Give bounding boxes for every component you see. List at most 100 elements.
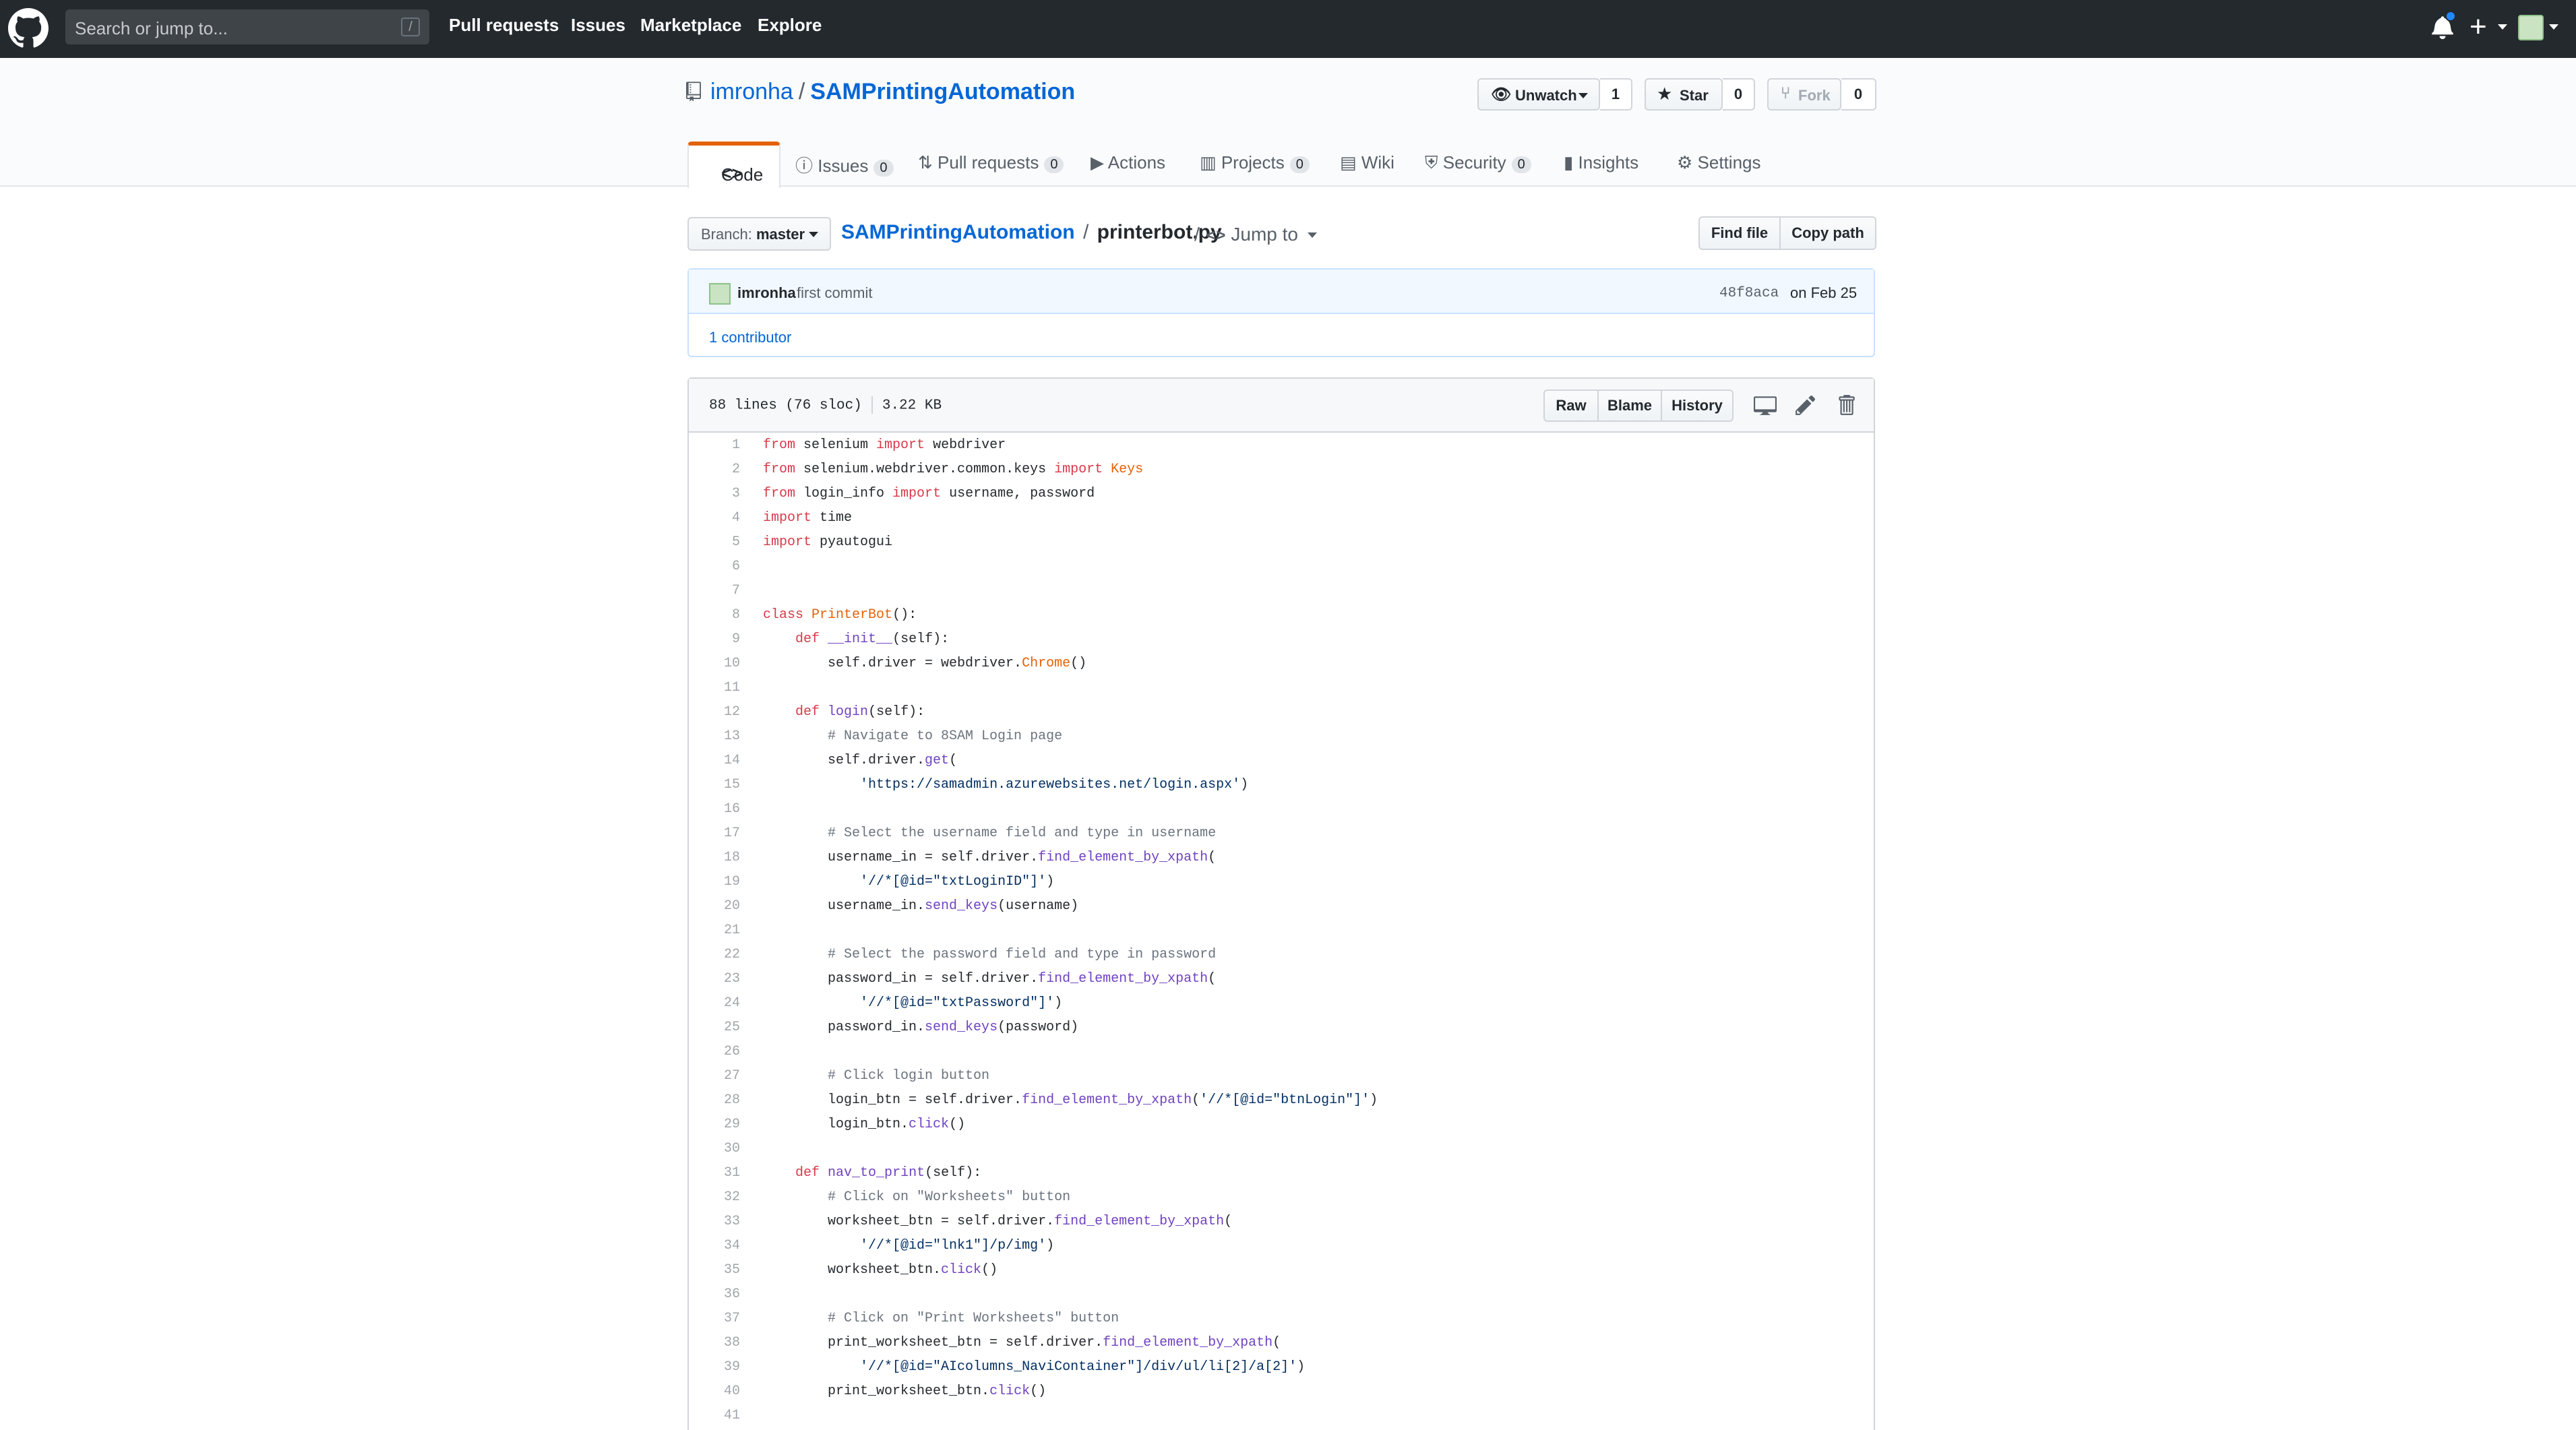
tab-settings[interactable]: ⚙ Settings xyxy=(1677,152,1761,173)
file-viewer: 88 lines (76 sloc) 3.22 KB Raw Blame Hist… xyxy=(687,377,1875,1430)
line-content: from selenium.webdriver.common.keys impo… xyxy=(763,462,1144,477)
search-input[interactable]: Search or jump to... / xyxy=(65,9,429,44)
github-logo-icon[interactable] xyxy=(8,8,49,49)
code-line: 27 # Click login button xyxy=(689,1063,1874,1088)
create-new-caret-icon[interactable] xyxy=(2498,24,2507,30)
line-content: # Click on "Worksheets" button xyxy=(828,1189,1071,1205)
tab-issues[interactable]: ⓘ Issues 0 xyxy=(795,152,894,177)
nav-pull-requests[interactable]: Pull requests xyxy=(449,15,559,36)
desktop-icon[interactable] xyxy=(1754,394,1777,416)
tab-wiki[interactable]: ▤ Wiki xyxy=(1340,152,1394,173)
contributors-link[interactable]: 1 contributor xyxy=(709,329,791,346)
line-number[interactable]: 21 xyxy=(689,923,740,938)
code-line: 30 xyxy=(689,1136,1874,1160)
line-number[interactable]: 20 xyxy=(689,898,740,914)
branch-select[interactable]: Branch: master xyxy=(687,217,831,251)
line-number[interactable]: 23 xyxy=(689,971,740,987)
create-new-plus-icon[interactable]: + xyxy=(2470,9,2487,44)
commit-sha-link[interactable]: 48f8aca xyxy=(1719,286,1779,301)
star-count[interactable]: 0 xyxy=(1723,78,1755,111)
line-number[interactable]: 6 xyxy=(689,559,740,574)
line-number[interactable]: 7 xyxy=(689,583,740,598)
line-number[interactable]: 39 xyxy=(689,1359,740,1375)
commit-author-avatar[interactable] xyxy=(709,283,731,305)
repo-name-link[interactable]: SAMPrintingAutomation xyxy=(810,79,1075,104)
line-number[interactable]: 1 xyxy=(689,437,740,453)
line-number[interactable]: 18 xyxy=(689,850,740,865)
fork-button[interactable]: ⑂ Fork xyxy=(1767,78,1841,111)
nav-explore[interactable]: Explore xyxy=(758,15,822,36)
user-menu-caret-icon[interactable] xyxy=(2549,24,2558,30)
line-number[interactable]: 26 xyxy=(689,1044,740,1059)
line-number[interactable]: 36 xyxy=(689,1286,740,1302)
line-number[interactable]: 15 xyxy=(689,777,740,792)
gear-icon: ⚙ xyxy=(1677,152,1693,173)
copy-path-button[interactable]: Copy path xyxy=(1779,216,1876,250)
watch-count[interactable]: 1 xyxy=(1600,78,1632,111)
line-number[interactable]: 31 xyxy=(689,1165,740,1181)
trash-icon[interactable] xyxy=(1835,394,1858,416)
code-line: 39 '//*[@id="AIcolumns_NaviContainer"]/d… xyxy=(689,1355,1874,1379)
nav-issues[interactable]: Issues xyxy=(571,15,625,36)
tab-pull-requests[interactable]: ⇅ Pull requests 0 xyxy=(918,152,1064,173)
line-number[interactable]: 38 xyxy=(689,1335,740,1350)
line-number[interactable]: 34 xyxy=(689,1238,740,1253)
notification-indicator xyxy=(2445,11,2456,22)
line-number[interactable]: 41 xyxy=(689,1408,740,1423)
line-number[interactable]: 4 xyxy=(689,510,740,526)
line-number[interactable]: 22 xyxy=(689,947,740,962)
tab-projects[interactable]: ▥ Projects 0 xyxy=(1200,152,1310,173)
line-number[interactable]: 33 xyxy=(689,1214,740,1229)
line-number[interactable]: 2 xyxy=(689,462,740,477)
nav-marketplace[interactable]: Marketplace xyxy=(640,15,741,36)
jump-to-button[interactable]: / <> Jump to xyxy=(1194,224,1317,246)
line-number[interactable]: 14 xyxy=(689,753,740,768)
line-number[interactable]: 24 xyxy=(689,995,740,1011)
line-number[interactable]: 5 xyxy=(689,534,740,550)
line-number[interactable]: 35 xyxy=(689,1262,740,1278)
commit-message[interactable]: first commit xyxy=(797,284,872,302)
tab-code[interactable]: <> Code xyxy=(687,142,780,188)
unwatch-button[interactable]: 👁 Unwatch xyxy=(1477,78,1600,111)
line-number[interactable]: 32 xyxy=(689,1189,740,1205)
line-number[interactable]: 30 xyxy=(689,1141,740,1156)
tab-actions[interactable]: ▶ Actions xyxy=(1091,152,1165,173)
line-number[interactable]: 40 xyxy=(689,1384,740,1399)
line-number[interactable]: 12 xyxy=(689,704,740,720)
line-content: # Select the password field and type in … xyxy=(828,947,1217,962)
history-button[interactable]: History xyxy=(1661,390,1734,422)
repo-owner-link[interactable]: imronha xyxy=(710,79,793,104)
star-button[interactable]: ★ Star xyxy=(1645,78,1723,111)
line-number[interactable]: 16 xyxy=(689,801,740,817)
raw-button[interactable]: Raw xyxy=(1543,390,1599,422)
line-number[interactable]: 28 xyxy=(689,1092,740,1108)
line-number[interactable]: 29 xyxy=(689,1117,740,1132)
code-line: 25 password_in.send_keys(password) xyxy=(689,1015,1874,1039)
line-number[interactable]: 10 xyxy=(689,656,740,671)
line-number[interactable]: 13 xyxy=(689,728,740,744)
line-number[interactable]: 27 xyxy=(689,1068,740,1084)
commit-author-link[interactable]: imronha xyxy=(737,284,796,302)
code-line: 26 xyxy=(689,1039,1874,1063)
line-number[interactable]: 17 xyxy=(689,826,740,841)
tab-security[interactable]: ⛨ Security 0 xyxy=(1425,152,1531,174)
line-number[interactable]: 25 xyxy=(689,1020,740,1035)
top-header: Search or jump to... / Pull requests Iss… xyxy=(0,0,2576,58)
user-avatar[interactable] xyxy=(2518,15,2544,40)
fork-count[interactable]: 0 xyxy=(1841,78,1876,111)
line-number[interactable]: 19 xyxy=(689,874,740,890)
line-number[interactable]: 8 xyxy=(689,607,740,623)
blame-button[interactable]: Blame xyxy=(1597,390,1662,422)
code-line: 21 xyxy=(689,918,1874,942)
tab-insights[interactable]: ▮ Insights xyxy=(1564,152,1638,173)
line-number[interactable]: 37 xyxy=(689,1311,740,1326)
find-file-button[interactable]: Find file xyxy=(1698,216,1781,250)
pencil-icon[interactable] xyxy=(1794,394,1817,416)
line-number[interactable]: 3 xyxy=(689,486,740,501)
breadcrumb-root-link[interactable]: SAMPrintingAutomation xyxy=(841,221,1075,243)
line-content: from selenium import webdriver xyxy=(763,437,1006,453)
line-number[interactable]: 11 xyxy=(689,680,740,695)
code-line: 12 def login(self): xyxy=(689,700,1874,724)
line-number[interactable]: 9 xyxy=(689,631,740,647)
pull-request-icon: ⇅ xyxy=(918,152,933,173)
